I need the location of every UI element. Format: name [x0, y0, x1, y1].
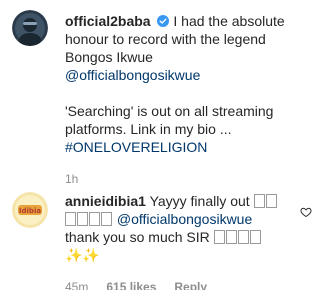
timestamp[interactable]: 45m	[65, 278, 88, 290]
hashtag-link[interactable]: #ONELOVERELIGION	[65, 138, 288, 156]
avatar[interactable]	[12, 10, 48, 46]
svg-text:Idibia: Idibia	[19, 207, 41, 215]
caption-comment: official2baba I had the absolute honour …	[0, 10, 328, 200]
verified-badge-icon	[157, 15, 170, 27]
sparkles-emoji: ✨✨	[65, 247, 100, 263]
reply-text: Yayyy finally out	[149, 193, 250, 209]
like-heart-icon[interactable]	[300, 206, 312, 218]
avatar[interactable]: Idibia	[12, 192, 48, 228]
reply-body: annieidibia1 Yayyy finally out @official…	[65, 192, 288, 290]
username-link[interactable]: annieidibia1	[65, 193, 146, 209]
username-link[interactable]: official2baba	[65, 13, 151, 29]
like-count[interactable]: 615 likes	[106, 278, 156, 290]
reply-text-2: thank you so much SIR	[65, 229, 210, 245]
comment-thread: official2baba I had the absolute honour …	[0, 0, 328, 290]
caption-meta: 1h	[65, 170, 288, 188]
caption-body: official2baba I had the absolute honour …	[65, 12, 288, 188]
reply-button[interactable]: Reply	[174, 278, 207, 290]
mention-link[interactable]: @officialbongosikwue	[117, 211, 252, 227]
reply-comment: Idibia annieidibia1 Yayyy finally out @o…	[0, 192, 328, 290]
caption-text-2: 'Searching' is out on all streaming plat…	[65, 103, 274, 137]
emoji-group-2	[213, 229, 262, 245]
timestamp[interactable]: 1h	[65, 170, 78, 188]
mention-link[interactable]: @officialbongosikwue	[65, 67, 200, 83]
reply-meta: 45m 615 likes Reply	[65, 278, 288, 290]
